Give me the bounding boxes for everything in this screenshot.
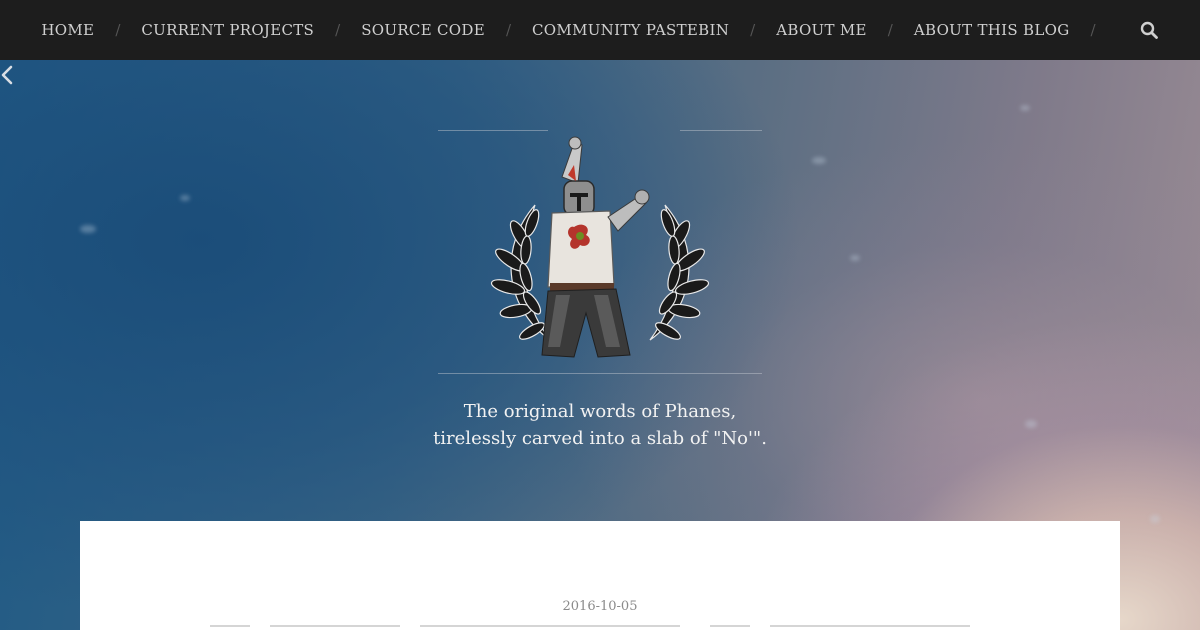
logo-top-rule-right	[680, 130, 762, 131]
nav-item-source-code[interactable]: SOURCE CODE	[361, 21, 485, 39]
laurel-left-icon	[490, 204, 551, 341]
top-navigation: HOME / CURRENT PROJECTS / SOURCE CODE / …	[0, 0, 1200, 60]
nav-separator: /	[335, 21, 341, 39]
chevron-left-icon[interactable]	[0, 64, 16, 88]
post-title-partial[interactable]	[210, 622, 990, 630]
background-speckle	[1150, 515, 1160, 523]
nav-separator: /	[887, 21, 893, 39]
laurel-right-icon	[649, 204, 710, 341]
background-speckle	[180, 195, 190, 201]
site-tagline: The original words of Phanes, tirelessly…	[0, 398, 1200, 452]
logo-bottom-rule	[438, 373, 762, 374]
nav-separator: /	[750, 21, 756, 39]
nav-item-current-projects[interactable]: CURRENT PROJECTS	[141, 21, 314, 39]
nav-separator: /	[1090, 21, 1096, 39]
post-title-fragment	[420, 625, 680, 627]
nav-separator: /	[115, 21, 121, 39]
nav-item-about-this-blog[interactable]: ABOUT THIS BLOG	[914, 21, 1070, 39]
tagline-line-2: tirelessly carved into a slab of "No'".	[433, 428, 767, 449]
site-logo[interactable]	[490, 135, 710, 365]
post-title-fragment	[270, 625, 400, 627]
knight-icon	[541, 136, 650, 358]
post-card: 2016-10-05	[80, 521, 1120, 630]
post-title-fragment	[770, 625, 970, 627]
post-date[interactable]: 2016-10-05	[80, 599, 1120, 614]
logo-top-rule-left	[438, 130, 548, 131]
tagline-line-1: The original words of Phanes,	[463, 401, 737, 422]
background-speckle	[1020, 105, 1030, 111]
nav-item-about-me[interactable]: ABOUT ME	[776, 21, 867, 39]
nav-list: HOME / CURRENT PROJECTS / SOURCE CODE / …	[41, 21, 1116, 39]
search-icon[interactable]	[1139, 20, 1159, 40]
nav-separator: /	[505, 21, 512, 39]
post-title-fragment	[210, 625, 250, 627]
nav-item-community-pastebin[interactable]: COMMUNITY PASTEBIN	[532, 21, 729, 39]
background-speckle	[850, 255, 860, 261]
nav-item-home[interactable]: HOME	[41, 21, 94, 39]
post-title-fragment	[710, 625, 750, 627]
background-speckle	[80, 225, 96, 233]
background-speckle	[812, 157, 826, 164]
